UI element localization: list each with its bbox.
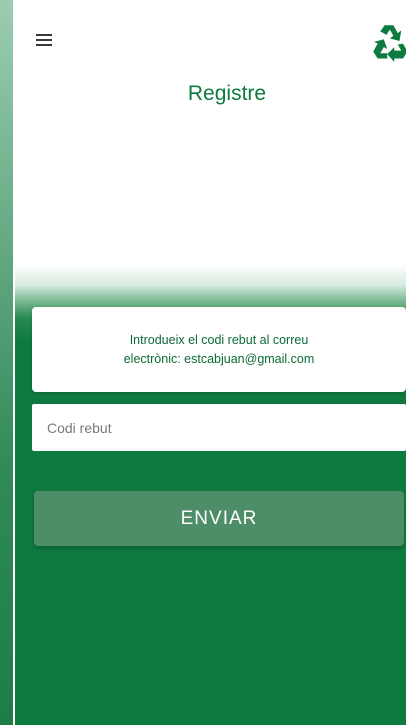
register-screen: Registre Introdueix el codi rebut al cor… [15, 0, 406, 725]
code-input[interactable] [32, 404, 397, 451]
info-message-line-2: electrònic: estcabjuan@gmail.com [123, 351, 315, 366]
send-button[interactable]: ENVIAR [34, 491, 404, 546]
info-message-line-1: Introdueix el codi rebut al correu [129, 332, 309, 347]
send-button-label: ENVIAR [180, 507, 258, 529]
hamburger-menu-button[interactable] [33, 30, 55, 50]
code-field [32, 404, 406, 451]
info-message: Introdueix el codi rebut al correu elect… [89, 331, 349, 369]
info-card: Introdueix el codi rebut al correu elect… [32, 307, 406, 392]
recycle-icon [373, 25, 406, 62]
left-edge-rail [0, 0, 15, 725]
page-title: Registre [187, 82, 267, 105]
